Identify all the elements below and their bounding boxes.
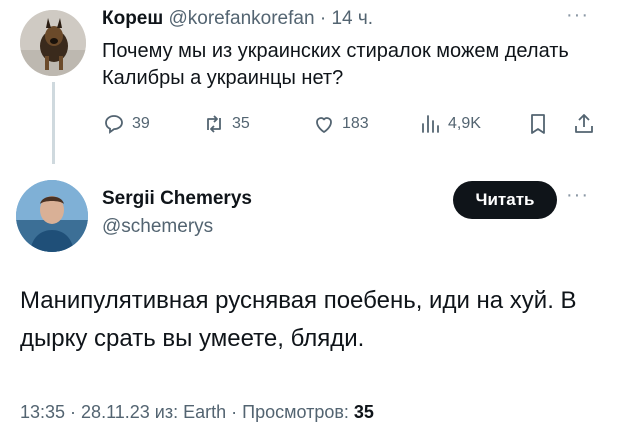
retweet-button[interactable]: 35 [202, 112, 250, 136]
views-button[interactable]: 4,9K [418, 112, 481, 136]
author-handle[interactable]: @korefankorefan [169, 8, 315, 29]
more-options-icon[interactable]: ··· [566, 5, 589, 25]
author-name[interactable]: Кореш [102, 8, 163, 29]
footer-separator: · [226, 402, 243, 422]
footer-views-label: Просмотров: [242, 402, 354, 422]
bookmark-button[interactable] [526, 112, 556, 136]
retweet-count: 35 [232, 115, 250, 132]
author-name[interactable]: Sergii Chemerys [102, 188, 252, 210]
like-button[interactable]: 183 [312, 112, 369, 136]
tweet-text: Манипулятивная руснявая поебень, иди на … [20, 287, 577, 352]
share-button[interactable] [572, 112, 602, 136]
retweet-icon [207, 115, 221, 133]
heart-icon [316, 117, 332, 133]
footer-source: из: Earth [149, 402, 227, 422]
footer-separator: · [65, 402, 82, 422]
reply-count: 39 [132, 115, 150, 132]
separator: · [319, 8, 327, 29]
views-count: 4,9K [448, 115, 481, 132]
reply-icon [105, 115, 123, 134]
avatar[interactable] [16, 180, 88, 252]
like-count: 183 [342, 115, 369, 132]
views-icon [422, 115, 439, 133]
author-handle[interactable]: @schemerys [102, 216, 213, 238]
person-avatar-image [16, 180, 88, 252]
footer-time[interactable]: 13:35 [20, 402, 65, 422]
footer-views-count[interactable]: 35 [354, 402, 374, 422]
tweet-text: Почему мы из украинских стиралок можем д… [102, 40, 569, 89]
reply-button[interactable]: 39 [102, 112, 150, 136]
more-options-icon[interactable]: ··· [566, 185, 589, 205]
tweet-footer: 13:35 · 28.11.23 из: Earth · Просмотров:… [20, 402, 374, 423]
timestamp[interactable]: 14 ч. [331, 8, 373, 29]
avatar[interactable] [20, 10, 86, 76]
follow-button[interactable]: Читать [453, 181, 557, 219]
tweet-header: Кореш @korefankorefan · 14 ч. [102, 8, 373, 30]
dog-avatar-image [20, 10, 86, 76]
footer-date[interactable]: 28.11.23 [81, 402, 150, 422]
tweet-parent[interactable]: Кореш @korefankorefan · 14 ч. ··· Почему… [0, 0, 620, 170]
thread-line [52, 82, 55, 164]
bookmark-icon [531, 114, 545, 134]
share-icon [575, 114, 593, 133]
tweet-actions: 39 35 183 4,9K [102, 112, 602, 138]
